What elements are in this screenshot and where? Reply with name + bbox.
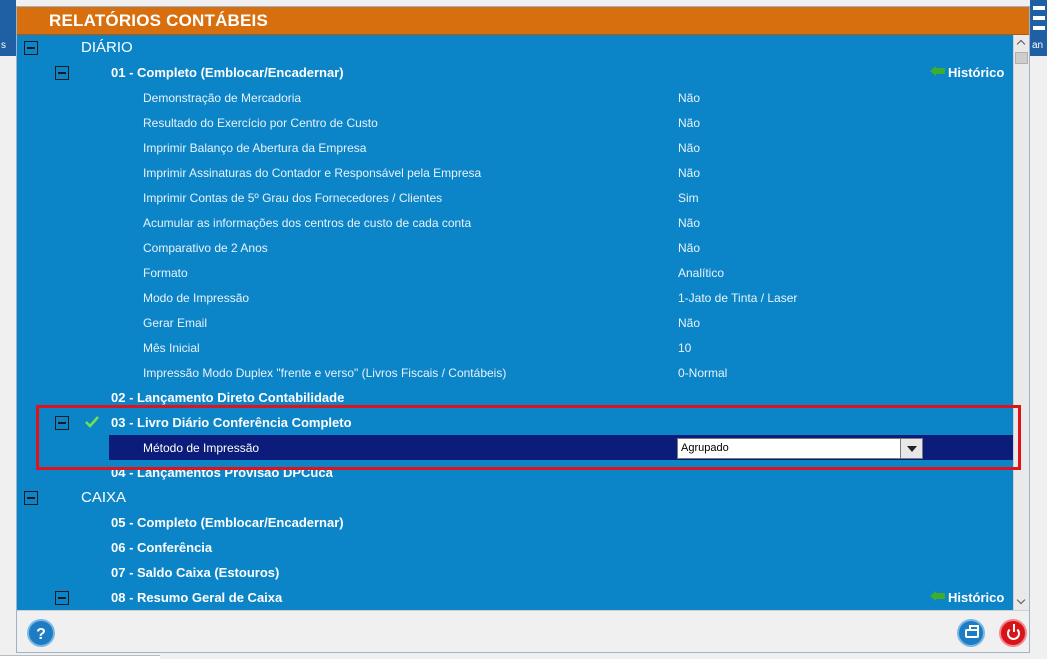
scroll-thumb[interactable] — [1015, 52, 1028, 64]
print-method-value: Agrupado — [681, 442, 729, 454]
option-row[interactable]: Impressão Modo Duplex "frente e verso" (… — [17, 360, 1013, 385]
option-name: Comparativo de 2 Anos — [143, 241, 268, 255]
report-row-08[interactable]: 08 - Resumo Geral de Caixa Histórico — [17, 585, 1013, 610]
category-label: DIÁRIO — [81, 39, 133, 56]
option-row[interactable]: Acumular as informações dos centros de c… — [17, 210, 1013, 235]
option-name: Modo de Impressão — [143, 291, 250, 305]
report-label: 06 - Conferência — [111, 540, 213, 555]
report-row-05[interactable]: 05 - Completo (Emblocar/Encadernar) — [17, 510, 1013, 535]
option-name: Resultado do Exercício por Centro de Cus… — [143, 116, 378, 130]
option-row[interactable]: Gerar Email Não — [17, 310, 1013, 335]
chevron-down-icon[interactable] — [900, 439, 922, 458]
green-arrow-icon — [930, 591, 945, 601]
vertical-scrollbar[interactable] — [1013, 35, 1029, 610]
report-label: 04 - Lançamentos Provisão DPCuca — [111, 465, 333, 480]
print-method-select[interactable]: Agrupado — [677, 438, 923, 459]
option-name: Imprimir Contas de 5º Grau dos Fornecedo… — [143, 191, 443, 205]
background-app-right: an — [1030, 0, 1047, 56]
option-name: Demonstração de Mercadoria — [143, 91, 302, 105]
scroll-up-icon[interactable] — [1014, 35, 1029, 51]
report-label: 01 - Completo (Emblocar/Encadernar) — [111, 65, 344, 80]
option-row[interactable]: Imprimir Assinaturas do Contador e Respo… — [17, 160, 1013, 185]
option-name: Imprimir Assinaturas do Contador e Respo… — [143, 166, 482, 180]
report-row-07[interactable]: 07 - Saldo Caixa (Estouros) — [17, 560, 1013, 585]
report-label: 03 - Livro Diário Conferência Completo — [111, 415, 352, 430]
option-value: Não — [678, 241, 701, 255]
history-label: Histórico — [948, 590, 1005, 605]
minus-box-icon[interactable] — [55, 66, 69, 80]
category-row-diario[interactable]: DIÁRIO — [17, 35, 1013, 60]
checkmark-icon — [85, 416, 99, 428]
report-row-02[interactable]: 02 - Lançamento Direto Contabilidade — [17, 385, 1013, 410]
close-button[interactable] — [999, 619, 1027, 647]
help-icon: ? — [36, 626, 46, 643]
option-value: Analítico — [678, 266, 725, 280]
category-row-caixa[interactable]: CAIXA — [17, 485, 1013, 510]
option-row[interactable]: Modo de Impressão 1-Jato de Tinta / Lase… — [17, 285, 1013, 310]
option-name: Mês Inicial — [143, 341, 200, 355]
option-row[interactable]: Comparativo de 2 Anos Não — [17, 235, 1013, 260]
option-value: 1-Jato de Tinta / Laser — [678, 291, 798, 305]
option-value: Não — [678, 316, 701, 330]
option-name: Acumular as informações dos centros de c… — [143, 216, 472, 230]
option-name: Impressão Modo Duplex "frente e verso" (… — [143, 366, 507, 380]
option-row[interactable]: Imprimir Balanço de Abertura da Empresa … — [17, 135, 1013, 160]
background-left-label: s — [1, 40, 6, 51]
option-value: Não — [678, 91, 701, 105]
history-link[interactable]: Histórico — [930, 590, 1004, 605]
option-row[interactable]: Mês Inicial 10 — [17, 335, 1013, 360]
option-value: Não — [678, 216, 701, 230]
option-name: Imprimir Balanço de Abertura da Empresa — [143, 141, 367, 155]
option-row[interactable]: Demonstração de Mercadoria Não — [17, 85, 1013, 110]
option-name: Formato — [143, 266, 188, 280]
minus-box-icon[interactable] — [55, 591, 69, 605]
printer-icon — [965, 625, 979, 638]
taskbar-strip — [0, 655, 160, 659]
scroll-down-icon[interactable] — [1014, 594, 1029, 610]
option-value: Sim — [678, 191, 699, 205]
option-row[interactable]: Resultado do Exercício por Centro de Cus… — [17, 110, 1013, 135]
background-app-left: s — [0, 0, 16, 56]
selected-option-row[interactable]: Método de Impressão Agrupado — [109, 435, 1013, 460]
report-row-04[interactable]: 04 - Lançamentos Provisão DPCuca — [17, 460, 1013, 480]
option-value: 10 — [678, 341, 692, 355]
history-label: Histórico — [948, 65, 1005, 80]
option-row[interactable]: Formato Analítico — [17, 260, 1013, 285]
power-icon — [1007, 624, 1020, 640]
reports-dialog: RELATÓRIOS CONTÁBEIS DIÁRIO 01 - Complet… — [16, 6, 1030, 653]
report-label: 07 - Saldo Caixa (Estouros) — [111, 565, 280, 580]
background-right-label: an — [1032, 40, 1044, 51]
option-name: Método de Impressão — [143, 441, 260, 455]
help-button[interactable]: ? — [27, 619, 55, 647]
history-link[interactable]: Histórico — [930, 65, 1004, 80]
option-value: 0-Normal — [678, 366, 728, 380]
report-row-03[interactable]: 03 - Livro Diário Conferência Completo — [17, 410, 1013, 435]
menu-icon — [1033, 6, 1045, 30]
minus-box-icon[interactable] — [24, 41, 38, 55]
dialog-header: RELATÓRIOS CONTÁBEIS — [17, 7, 1029, 35]
minus-box-icon[interactable] — [55, 416, 69, 430]
option-value: Não — [678, 141, 701, 155]
report-row-01[interactable]: 01 - Completo (Emblocar/Encadernar) Hist… — [17, 60, 1013, 85]
option-row[interactable]: Imprimir Contas de 5º Grau dos Fornecedo… — [17, 185, 1013, 210]
green-arrow-icon — [930, 66, 945, 76]
print-button[interactable] — [957, 619, 985, 647]
dialog-title: RELATÓRIOS CONTÁBEIS — [49, 11, 269, 30]
option-value: Não — [678, 116, 701, 130]
report-label: 08 - Resumo Geral de Caixa — [111, 590, 283, 605]
minus-box-icon[interactable] — [24, 491, 38, 505]
category-label: CAIXA — [81, 489, 127, 506]
option-value: Não — [678, 166, 701, 180]
option-name: Gerar Email — [143, 316, 208, 330]
report-row-06[interactable]: 06 - Conferência — [17, 535, 1013, 560]
report-label: 05 - Completo (Emblocar/Encadernar) — [111, 515, 344, 530]
reports-tree: DIÁRIO 01 - Completo (Emblocar/Encaderna… — [17, 35, 1013, 610]
dialog-footer: ? — [17, 610, 1029, 652]
report-label: 02 - Lançamento Direto Contabilidade — [111, 390, 345, 405]
